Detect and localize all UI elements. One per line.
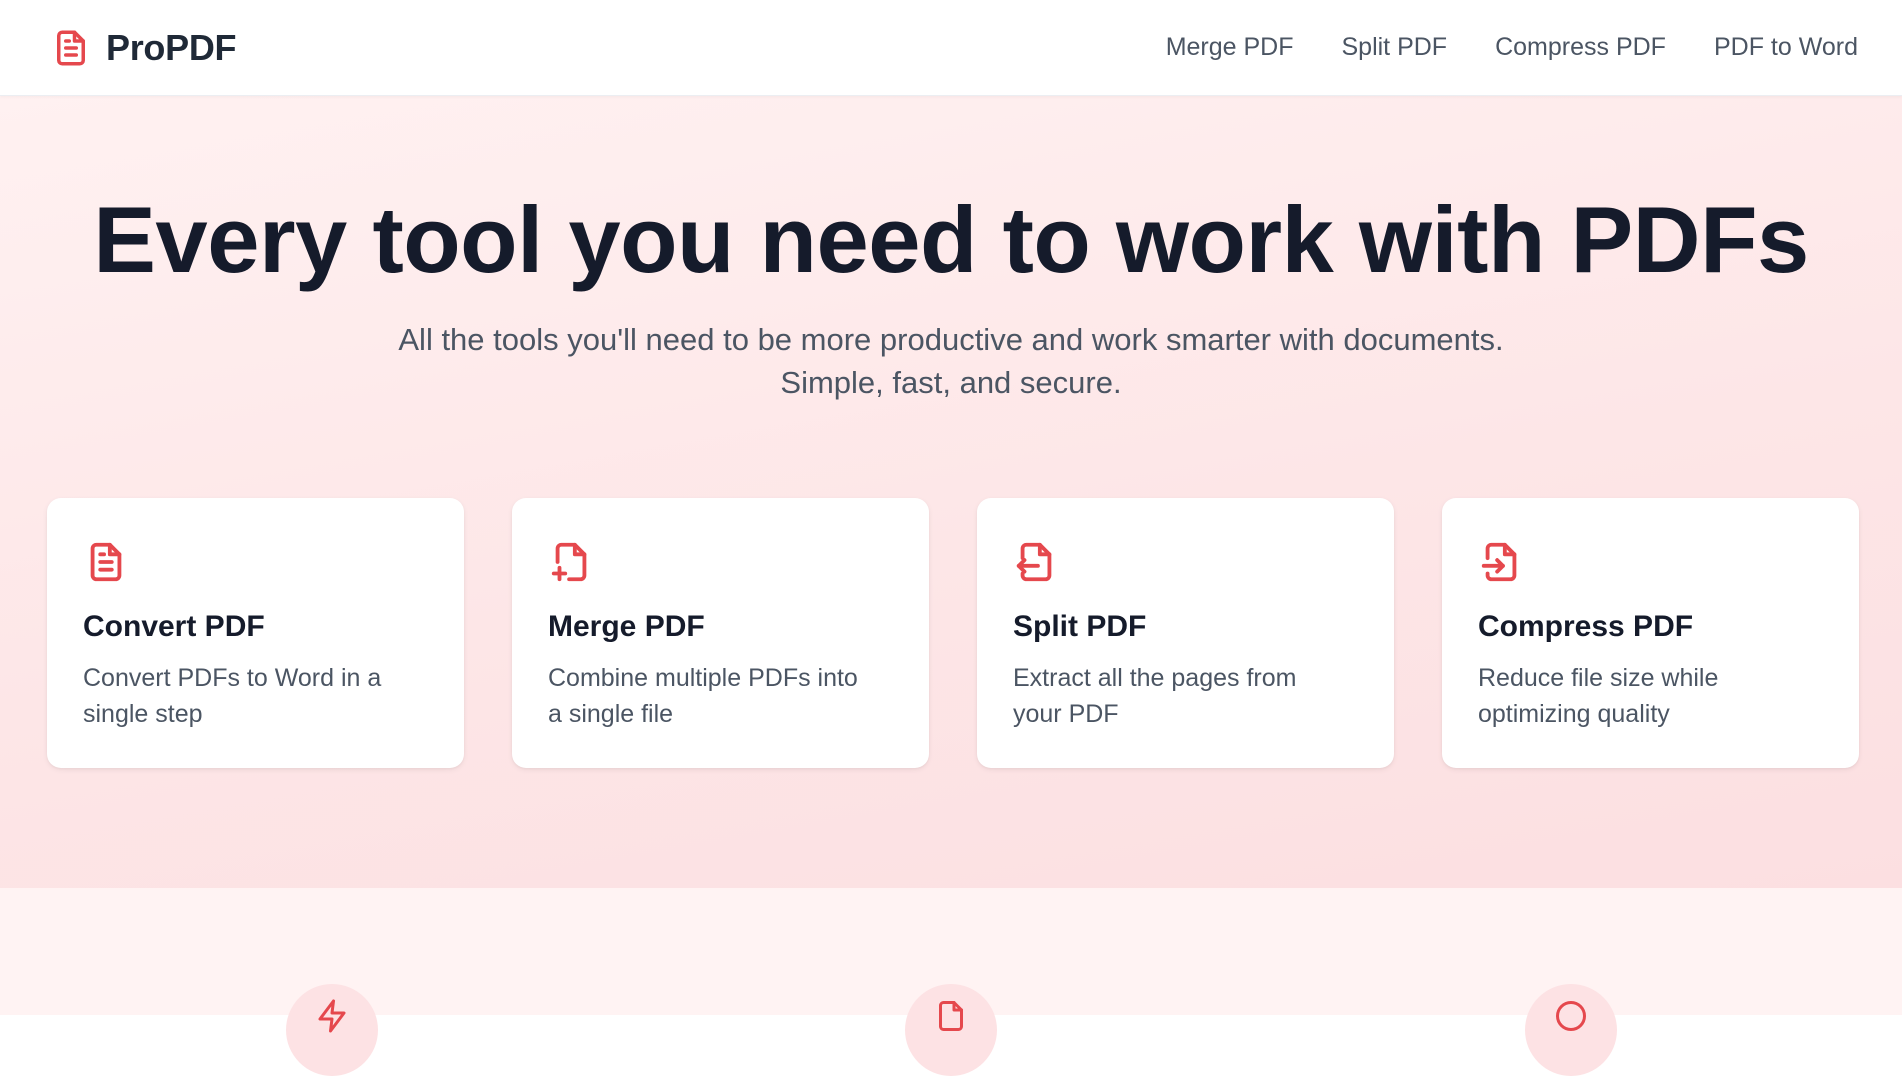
- file-arrow-left-icon: [1016, 542, 1052, 582]
- nav-link-merge-pdf[interactable]: Merge PDF: [1166, 33, 1294, 62]
- tool-card-merge-pdf[interactable]: Merge PDF Combine multiple PDFs into a s…: [512, 498, 929, 768]
- nav-link-split-pdf[interactable]: Split PDF: [1342, 33, 1448, 62]
- tool-card-description: Convert PDFs to Word in a single step: [83, 664, 382, 728]
- file-text-icon: [90, 542, 122, 582]
- brand-logo-link[interactable]: ProPDF: [50, 24, 237, 72]
- tool-card-description: Extract all the pages from your PDF: [1013, 664, 1297, 728]
- hero-subtitle-line-2: Simple, fast, and secure.: [780, 365, 1122, 400]
- file-icon: [939, 1001, 963, 1031]
- shield-icon: [1556, 1001, 1586, 1031]
- feature-icon-badge: [286, 984, 378, 1076]
- hero-section: Every tool you need to work with PDFs Al…: [0, 96, 1902, 888]
- site-header: ProPDF Merge PDF Split PDF Compress PDF …: [0, 0, 1902, 96]
- tool-card-title: Merge PDF: [548, 610, 705, 643]
- tool-card-split-pdf[interactable]: Split PDF Extract all the pages from you…: [977, 498, 1394, 768]
- tool-cards: Convert PDF Convert PDFs to Word in a si…: [47, 498, 1859, 768]
- file-text-icon: [57, 30, 85, 65]
- hero-title: Every tool you need to work with PDFs: [93, 187, 1809, 292]
- feature-icon-badge: [1525, 984, 1617, 1076]
- tool-card-title: Compress PDF: [1478, 610, 1694, 643]
- tool-card-compress-pdf[interactable]: Compress PDF Reduce file size while opti…: [1442, 498, 1859, 768]
- feature-icon-badge: [905, 984, 997, 1076]
- hero-subtitle-line-1: All the tools you'll need to be more pro…: [398, 322, 1504, 357]
- hero-subtitle: All the tools you'll need to be more pro…: [0, 318, 1902, 404]
- tool-card-description: Combine multiple PDFs into a single file: [548, 664, 858, 728]
- features-section: [0, 888, 1902, 1076]
- nav-link-compress-pdf[interactable]: Compress PDF: [1495, 33, 1666, 62]
- tool-card-description: Reduce file size while optimizing qualit…: [1478, 664, 1719, 728]
- main-nav: Merge PDF Split PDF Compress PDF PDF to …: [1166, 33, 1858, 62]
- tool-card-title: Convert PDF: [83, 610, 265, 643]
- file-arrow-right-icon: [1481, 542, 1517, 582]
- tool-card-title: Split PDF: [1013, 610, 1147, 643]
- lightning-icon: [318, 999, 346, 1033]
- brand-name: ProPDF: [106, 26, 237, 68]
- tool-card-convert-pdf[interactable]: Convert PDF Convert PDFs to Word in a si…: [47, 498, 464, 768]
- file-plus-icon: [551, 542, 587, 582]
- nav-link-pdf-to-word[interactable]: PDF to Word: [1714, 33, 1858, 62]
